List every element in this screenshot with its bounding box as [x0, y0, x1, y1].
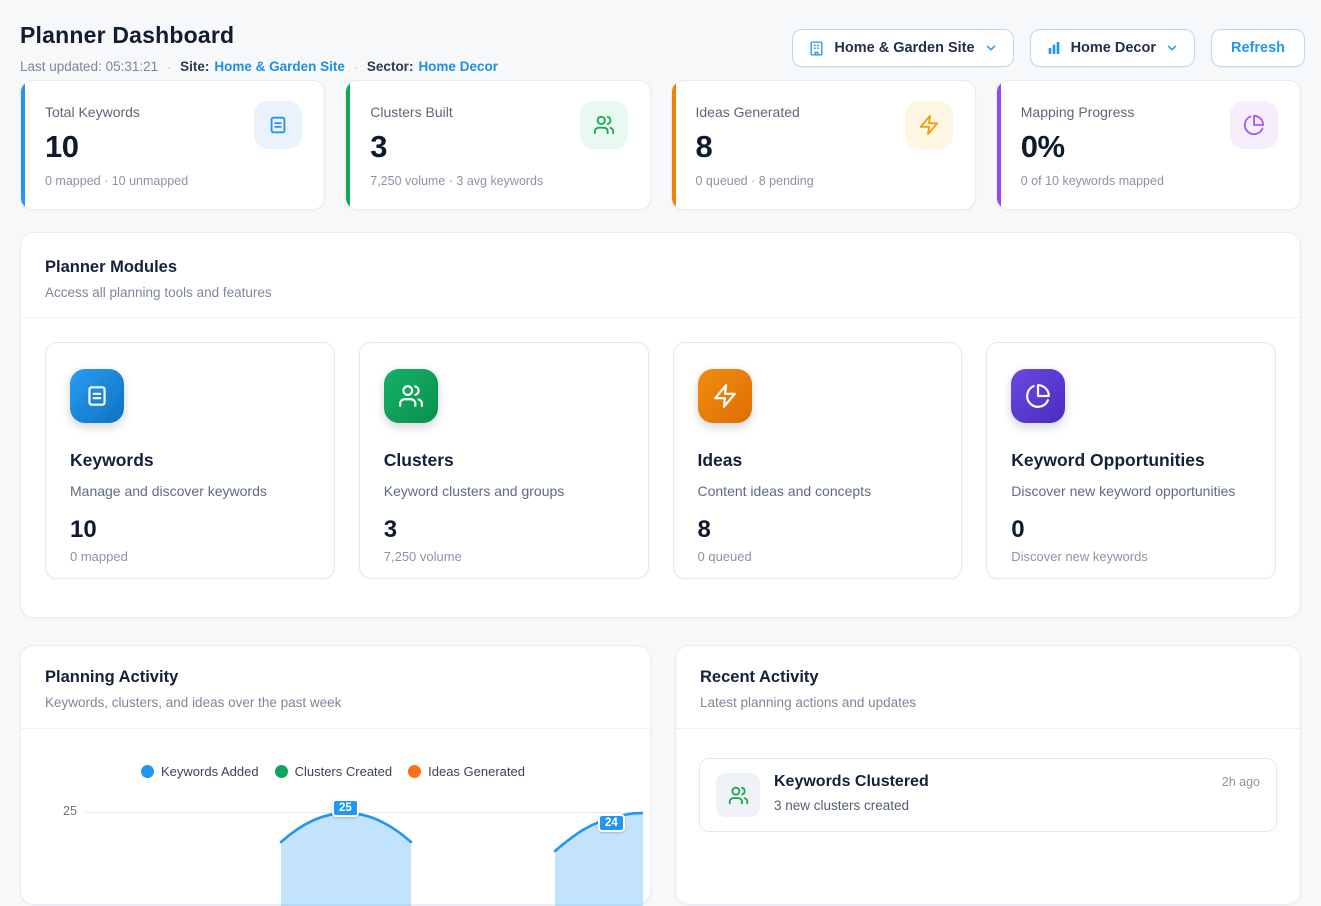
- document-icon: [254, 101, 302, 149]
- data-point-label: 24: [598, 814, 625, 832]
- module-value: 10: [70, 516, 310, 544]
- stat-card-clusters-built: Clusters Built 3 7,250 volume · 3 avg ke…: [345, 80, 650, 210]
- document-icon: [70, 369, 124, 423]
- section-title: Planner Modules: [45, 258, 1276, 277]
- lightning-icon: [905, 101, 953, 149]
- section-title: Planning Activity: [45, 668, 626, 687]
- planner-modules-panel: Planner Modules Access all planning tool…: [20, 232, 1301, 618]
- recent-activity-panel: Recent Activity Latest planning actions …: [675, 645, 1301, 905]
- users-icon: [580, 101, 628, 149]
- stat-subtext: 0 of 10 keywords mapped: [1021, 174, 1276, 188]
- y-axis-tick: 25: [63, 804, 77, 818]
- module-card-keywords[interactable]: Keywords Manage and discover keywords 10…: [45, 342, 335, 579]
- refresh-button[interactable]: Refresh: [1211, 29, 1305, 67]
- stats-row: Total Keywords 10 0 mapped · 10 unmapped…: [20, 80, 1301, 210]
- module-card-ideas[interactable]: Ideas Content ideas and concepts 8 0 que…: [673, 342, 963, 579]
- module-card-keyword-opportunities[interactable]: Keyword Opportunities Discover new keywo…: [986, 342, 1276, 579]
- site-selector-label: Home & Garden Site: [834, 40, 974, 56]
- activity-timestamp: 2h ago: [1222, 775, 1260, 789]
- module-subtext: 7,250 volume: [384, 549, 624, 564]
- chevron-down-icon: [984, 41, 998, 55]
- activity-description: 3 new clusters created: [774, 798, 1260, 813]
- module-value: 8: [698, 516, 938, 544]
- stat-subtext: 0 queued · 8 pending: [696, 174, 951, 188]
- toolbar: Home & Garden Site Home Decor Refresh: [792, 29, 1305, 67]
- last-updated-text: Last updated: 05:31:21: [20, 59, 158, 74]
- section-subtitle: Access all planning tools and features: [45, 285, 1276, 300]
- module-description: Manage and discover keywords: [70, 483, 310, 499]
- module-value: 3: [384, 516, 624, 544]
- module-description: Content ideas and concepts: [698, 483, 938, 499]
- section-subtitle: Latest planning actions and updates: [700, 695, 1276, 710]
- sector-selector-label: Home Decor: [1071, 40, 1156, 56]
- building-icon: [808, 40, 825, 57]
- sector-label: Sector:: [367, 59, 414, 74]
- users-icon: [384, 369, 438, 423]
- stat-card-ideas-generated: Ideas Generated 8 0 queued · 8 pending: [671, 80, 976, 210]
- modules-grid: Keywords Manage and discover keywords 10…: [21, 318, 1300, 603]
- site-label: Site:: [180, 59, 209, 74]
- site-link[interactable]: Home & Garden Site: [214, 59, 345, 74]
- sector-link[interactable]: Home Decor: [418, 59, 498, 74]
- stat-subtext: 7,250 volume · 3 avg keywords: [370, 174, 625, 188]
- module-title: Keyword Opportunities: [1011, 450, 1251, 471]
- meta-separator: ·: [354, 60, 358, 74]
- stat-subtext: 0 mapped · 10 unmapped: [45, 174, 300, 188]
- page-meta: Last updated: 05:31:21 · Site: Home & Ga…: [20, 59, 498, 74]
- section-title: Recent Activity: [700, 668, 1276, 687]
- recent-activity-header: Recent Activity Latest planning actions …: [676, 646, 1300, 729]
- sector-selector-dropdown[interactable]: Home Decor: [1030, 29, 1195, 67]
- stat-card-total-keywords: Total Keywords 10 0 mapped · 10 unmapped: [20, 80, 325, 210]
- planner-modules-header: Planner Modules Access all planning tool…: [21, 233, 1300, 318]
- lightning-icon: [698, 369, 752, 423]
- users-icon: [716, 773, 760, 817]
- module-description: Keyword clusters and groups: [384, 483, 624, 499]
- module-title: Clusters: [384, 450, 624, 471]
- area-chart: [85, 776, 643, 906]
- meta-separator: ·: [167, 60, 171, 74]
- refresh-label: Refresh: [1231, 40, 1285, 56]
- module-subtext: Discover new keywords: [1011, 549, 1251, 564]
- module-description: Discover new keyword opportunities: [1011, 483, 1251, 499]
- recent-activity-item: Keywords Clustered 2h ago 3 new clusters…: [699, 758, 1277, 832]
- module-value: 0: [1011, 516, 1251, 544]
- module-title: Keywords: [70, 450, 310, 471]
- chevron-down-icon: [1165, 41, 1179, 55]
- site-selector-dropdown[interactable]: Home & Garden Site: [792, 29, 1013, 67]
- module-title: Ideas: [698, 450, 938, 471]
- section-subtitle: Keywords, clusters, and ideas over the p…: [45, 695, 626, 710]
- pie-chart-icon: [1230, 101, 1278, 149]
- module-card-clusters[interactable]: Clusters Keyword clusters and groups 3 7…: [359, 342, 649, 579]
- planning-activity-header: Planning Activity Keywords, clusters, an…: [21, 646, 650, 729]
- page-title: Planner Dashboard: [20, 22, 498, 49]
- bar-chart-icon: [1046, 40, 1062, 56]
- module-subtext: 0 mapped: [70, 549, 310, 564]
- module-subtext: 0 queued: [698, 549, 938, 564]
- planning-activity-panel: Planning Activity Keywords, clusters, an…: [20, 645, 651, 905]
- stat-card-mapping-progress: Mapping Progress 0% 0 of 10 keywords map…: [996, 80, 1301, 210]
- data-point-label: 25: [332, 799, 359, 817]
- activity-title: Keywords Clustered: [774, 773, 929, 791]
- page-header: Planner Dashboard Last updated: 05:31:21…: [20, 22, 498, 74]
- pie-chart-icon: [1011, 369, 1065, 423]
